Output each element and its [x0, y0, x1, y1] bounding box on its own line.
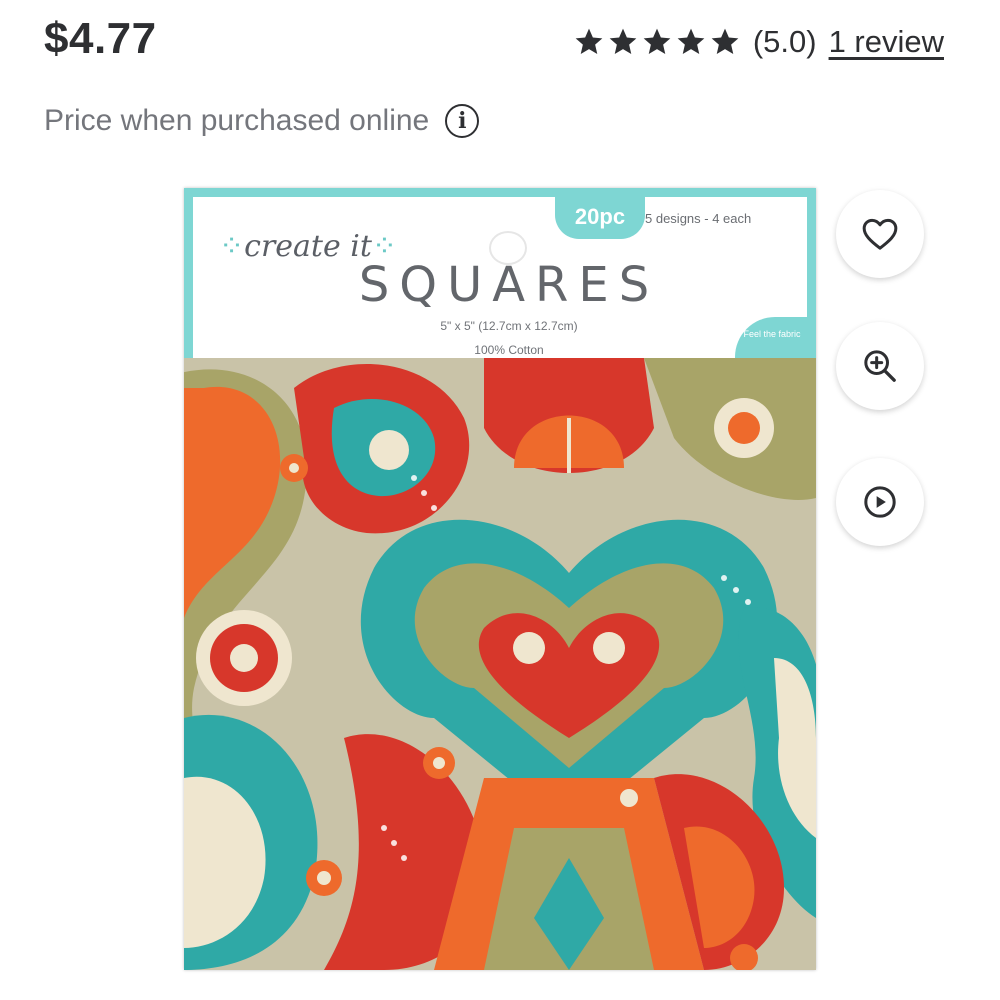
zoom-button[interactable]: [836, 322, 924, 410]
star-icon: [609, 28, 637, 54]
play-video-button[interactable]: [836, 458, 924, 546]
rating-summary: (5.0) 1 review: [573, 24, 944, 60]
paisley-fabric: [184, 358, 816, 970]
material-text: 100% Cotton: [474, 343, 544, 357]
star-icon: [643, 28, 671, 54]
package-title: SQUARES: [358, 257, 660, 313]
reviews-link[interactable]: 1 review: [829, 24, 944, 60]
product-image[interactable]: ⁘create it⁘ 20pc 5 designs - 4 each SQUA…: [184, 188, 816, 970]
play-icon: [864, 486, 896, 518]
star-rating: [573, 26, 741, 58]
package-header: ⁘create it⁘ 20pc 5 designs - 4 each SQUA…: [184, 188, 816, 363]
product-price: $4.77: [44, 14, 157, 63]
rating-score: (5.0): [752, 24, 817, 59]
price-note-text: Price when purchased online: [44, 104, 430, 137]
star-icon: [711, 28, 739, 54]
info-icon[interactable]: i: [445, 104, 480, 138]
price-note: Price when purchased online i: [44, 104, 480, 138]
favorite-button[interactable]: [836, 190, 924, 278]
piece-count-badge: 20pc: [555, 195, 645, 239]
heart-icon: [862, 218, 898, 250]
designs-text: 5 designs - 4 each: [645, 211, 752, 226]
zoom-in-icon: [864, 350, 896, 382]
dimensions-text: 5" x 5" (12.7cm x 12.7cm): [440, 319, 578, 333]
star-icon: [575, 28, 603, 54]
star-icon: [677, 28, 705, 54]
